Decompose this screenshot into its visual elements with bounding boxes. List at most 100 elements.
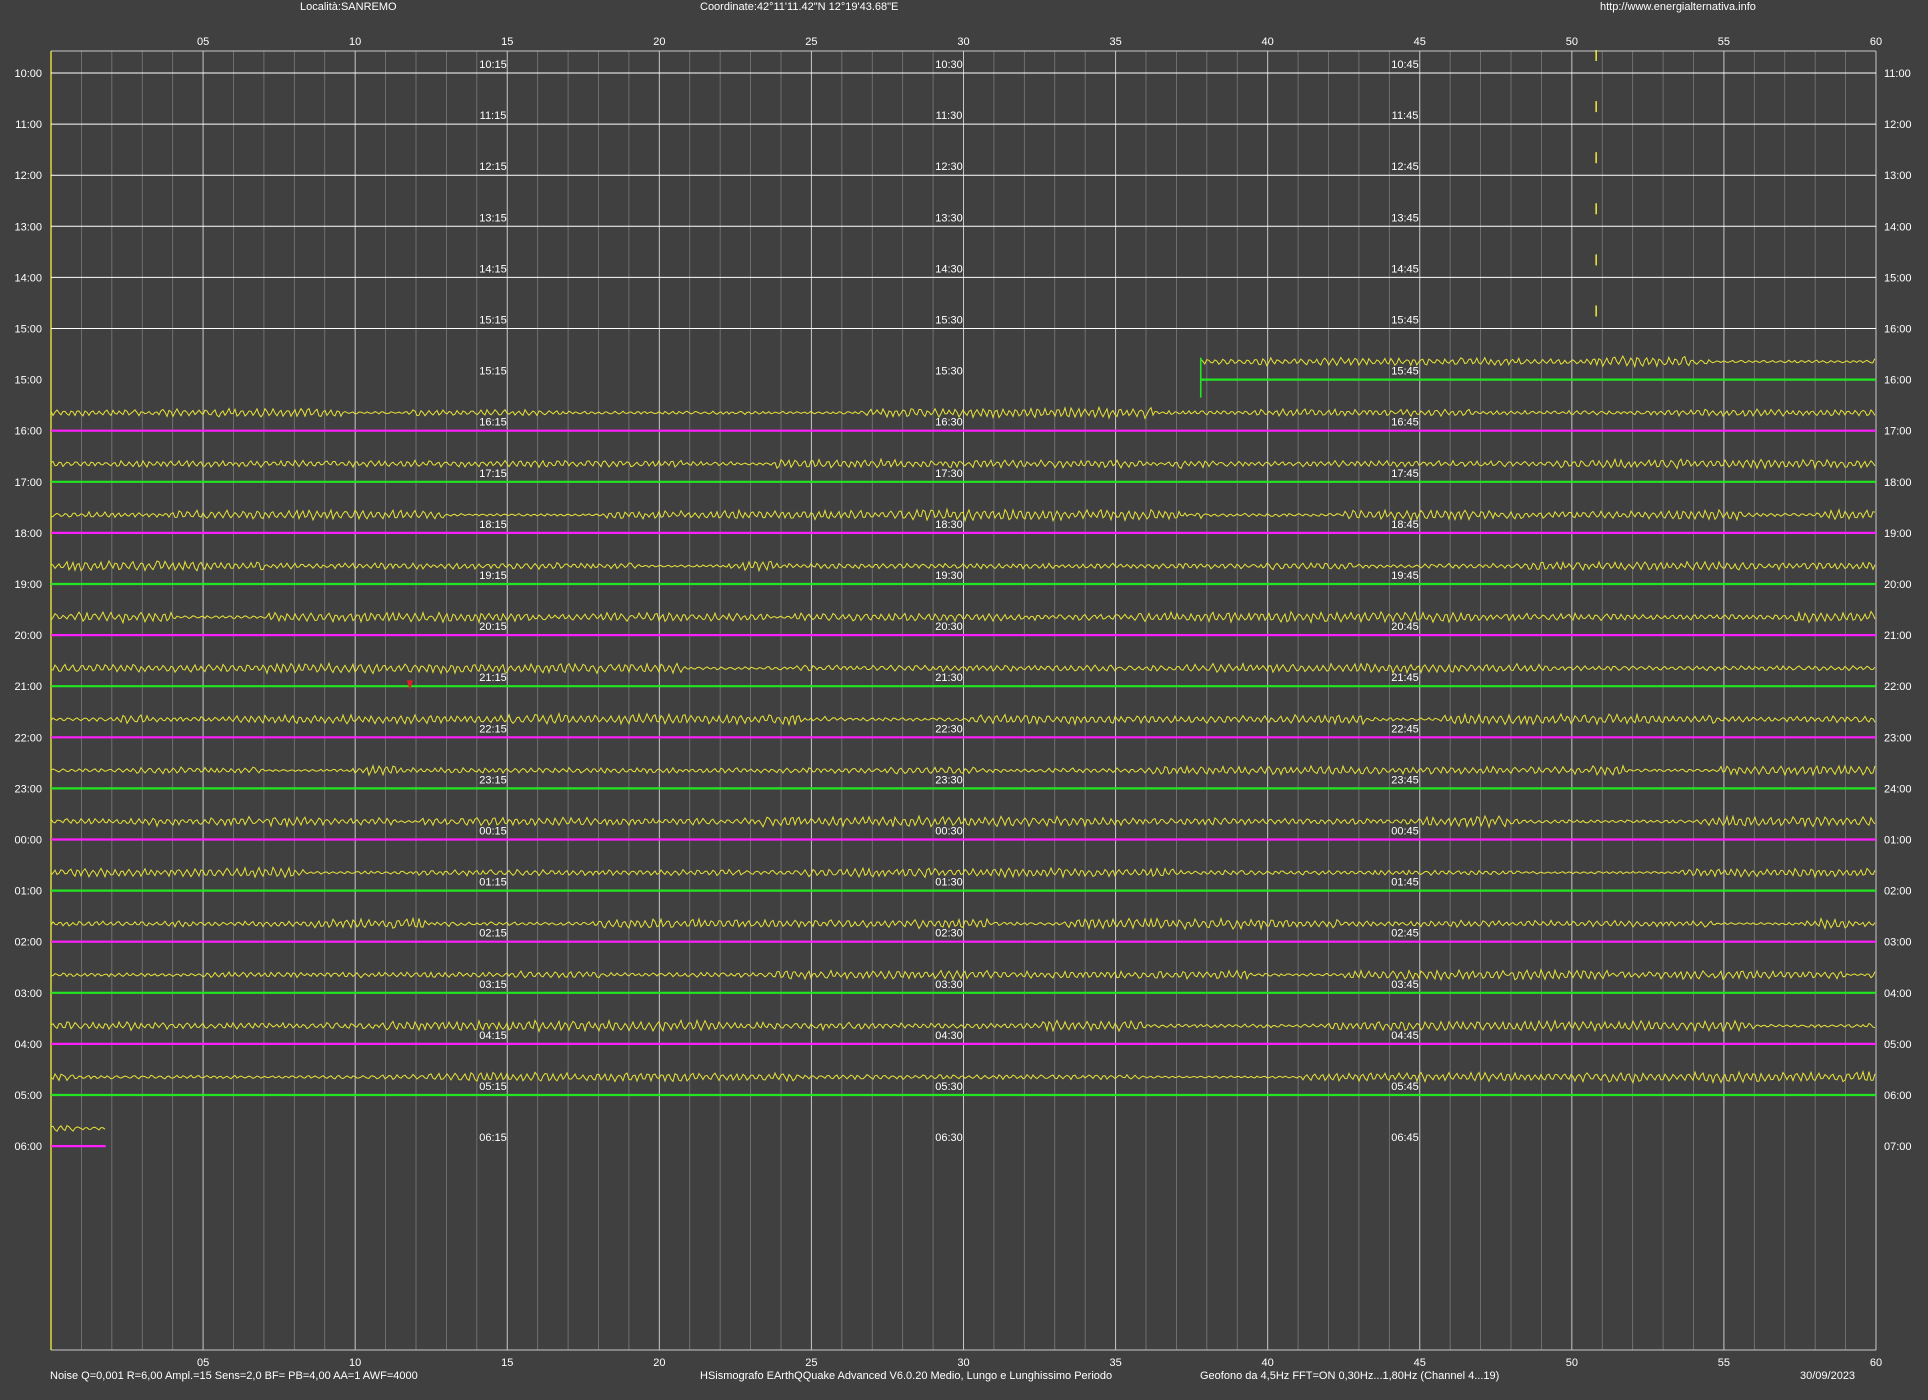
- row-quarter-label: 15:45: [1391, 315, 1419, 327]
- row-quarter-label: 21:15: [479, 672, 507, 684]
- row-quarter-label: 04:45: [1391, 1030, 1419, 1042]
- x-tick-label-bottom: 15: [501, 1357, 513, 1369]
- row-time-right: 02:00: [1884, 886, 1912, 898]
- row-time-left: 10:00: [14, 68, 42, 80]
- row-quarter-label: 16:15: [479, 417, 507, 429]
- seismic-trace: [1200, 355, 1876, 369]
- row-quarter-label: 12:15: [479, 161, 507, 173]
- row-quarter-label: 14:15: [479, 263, 507, 275]
- row-quarter-label: 03:15: [479, 979, 507, 991]
- row-quarter-label: 13:30: [935, 212, 963, 224]
- row-quarter-label: 23:15: [479, 774, 507, 786]
- row-time-right: 14:00: [1884, 221, 1912, 233]
- row-quarter-label: 02:15: [479, 928, 507, 940]
- x-tick-label-bottom: 05: [197, 1357, 209, 1369]
- row-time-right: 23:00: [1884, 732, 1912, 744]
- row-quarter-label: 17:45: [1391, 468, 1419, 480]
- row-quarter-label: 23:30: [935, 774, 963, 786]
- x-tick-label-bottom: 25: [805, 1357, 817, 1369]
- row-time-right: 11:00: [1884, 68, 1911, 80]
- row-quarter-label: 05:30: [935, 1081, 963, 1093]
- row-quarter-label: 13:45: [1391, 212, 1419, 224]
- row-quarter-label: 10:15: [479, 59, 507, 71]
- row-time-left: 03:00: [14, 988, 42, 1000]
- row-time-left: 12:00: [14, 170, 42, 182]
- row-time-left: 23:00: [14, 783, 42, 795]
- row-quarter-label: 23:45: [1391, 774, 1419, 786]
- row-time-right: 12:00: [1884, 119, 1912, 131]
- x-tick-label-bottom: 60: [1870, 1357, 1882, 1369]
- row-quarter-label: 00:30: [935, 826, 963, 838]
- row-quarter-label: 01:15: [479, 877, 507, 889]
- row-time-right: 21:00: [1884, 630, 1912, 642]
- row-quarter-label: 18:15: [479, 519, 507, 531]
- row-time-left: 20:00: [14, 630, 42, 642]
- x-tick-label-top: 50: [1566, 36, 1578, 48]
- row-time-right: 19:00: [1884, 528, 1912, 540]
- x-tick-label-top: 10: [349, 36, 361, 48]
- row-quarter-label: 19:15: [479, 570, 507, 582]
- grid: [50, 50, 1877, 1351]
- row-quarter-label: 04:30: [935, 1030, 963, 1042]
- row-quarter-label: 20:15: [479, 621, 507, 633]
- row-quarter-label: 19:30: [935, 570, 963, 582]
- row-time-left: 16:00: [14, 426, 42, 438]
- x-tick-label-top: 30: [957, 36, 969, 48]
- row-time-right: 16:00: [1884, 324, 1912, 336]
- row-quarter-label: 06:30: [935, 1132, 963, 1144]
- row-quarter-label: 04:15: [479, 1030, 507, 1042]
- row-quarter-label: 12:30: [935, 161, 963, 173]
- row-quarter-label: 15:30: [935, 366, 963, 378]
- row-quarter-label: 22:45: [1391, 723, 1419, 735]
- row-time-left: 05:00: [14, 1090, 42, 1102]
- row-quarter-label: 11:45: [1392, 110, 1419, 122]
- row-time-left: 15:00: [14, 324, 42, 336]
- row-quarter-label: 22:30: [935, 723, 963, 735]
- row-quarter-label: 16:45: [1391, 417, 1419, 429]
- row-time-right: 03:00: [1884, 937, 1912, 949]
- parameters-label: Noise Q=0,001 R=6,00 Ampl.=15 Sens=2,0 B…: [50, 1370, 418, 1382]
- row-quarter-label: 20:30: [935, 621, 963, 633]
- x-tick-label-bottom: 20: [653, 1357, 665, 1369]
- row-quarter-label: 00:15: [479, 826, 507, 838]
- row-time-left: 11:00: [15, 119, 42, 131]
- x-tick-label-bottom: 45: [1414, 1357, 1426, 1369]
- date-label: 30/09/2023: [1800, 1370, 1856, 1382]
- row-time-left: 17:00: [14, 477, 42, 489]
- row-time-right: 07:00: [1884, 1141, 1912, 1153]
- row-quarter-label: 11:15: [480, 110, 507, 122]
- x-tick-label-top: 45: [1414, 36, 1426, 48]
- row-quarter-label: 11:30: [936, 110, 963, 122]
- row-quarter-label: 03:45: [1391, 979, 1419, 991]
- seismogram-chart: 05 10 15 20 25 30 35 40 45 50 55 60 05 10 15 20 25 30 35 4…: [14, 36, 1912, 1369]
- x-axis-bottom-ticks: 05 10 15 20 25 30 35 40 45 50 55 60: [197, 1357, 1882, 1369]
- row-time-left: 15:00: [14, 375, 42, 387]
- row-quarter-label: 10:45: [1391, 59, 1419, 71]
- row-quarter-label: 10:30: [935, 59, 963, 71]
- row-time-right: 20:00: [1884, 579, 1912, 591]
- row-time-right: 22:00: [1884, 681, 1912, 693]
- x-tick-label-bottom: 55: [1718, 1357, 1730, 1369]
- x-tick-label-top: 05: [197, 36, 209, 48]
- row-quarter-label: 02:45: [1391, 928, 1419, 940]
- sensor-label: Geofono da 4,5Hz FFT=ON 0,30Hz...1,80Hz …: [1200, 1370, 1500, 1382]
- row-quarter-label: 02:30: [935, 928, 963, 940]
- x-tick-label-top: 25: [805, 36, 817, 48]
- software-label: HSismografo EArthQQuake Advanced V6.0.20…: [700, 1370, 1113, 1382]
- row-quarter-label: 17:15: [479, 468, 507, 480]
- row-time-right: 04:00: [1884, 988, 1912, 1000]
- row-time-left: 21:00: [14, 681, 42, 693]
- row-quarter-label: 06:15: [479, 1132, 507, 1144]
- trace-row: 10:00 11:00 10:15 10:30 10:45: [14, 50, 1911, 80]
- row-quarter-label: 15:45: [1391, 366, 1419, 378]
- row-time-left: 18:00: [14, 528, 42, 540]
- row-quarter-label: 00:45: [1391, 826, 1419, 838]
- x-tick-label-top: 15: [501, 36, 513, 48]
- row-quarter-label: 06:45: [1391, 1132, 1419, 1144]
- row-quarter-label: 01:45: [1391, 877, 1419, 889]
- row-time-right: 24:00: [1884, 783, 1912, 795]
- row-time-left: 06:00: [14, 1141, 42, 1153]
- x-tick-label-top: 20: [653, 36, 665, 48]
- seismic-trace: [50, 1124, 106, 1133]
- row-quarter-label: 12:45: [1391, 161, 1419, 173]
